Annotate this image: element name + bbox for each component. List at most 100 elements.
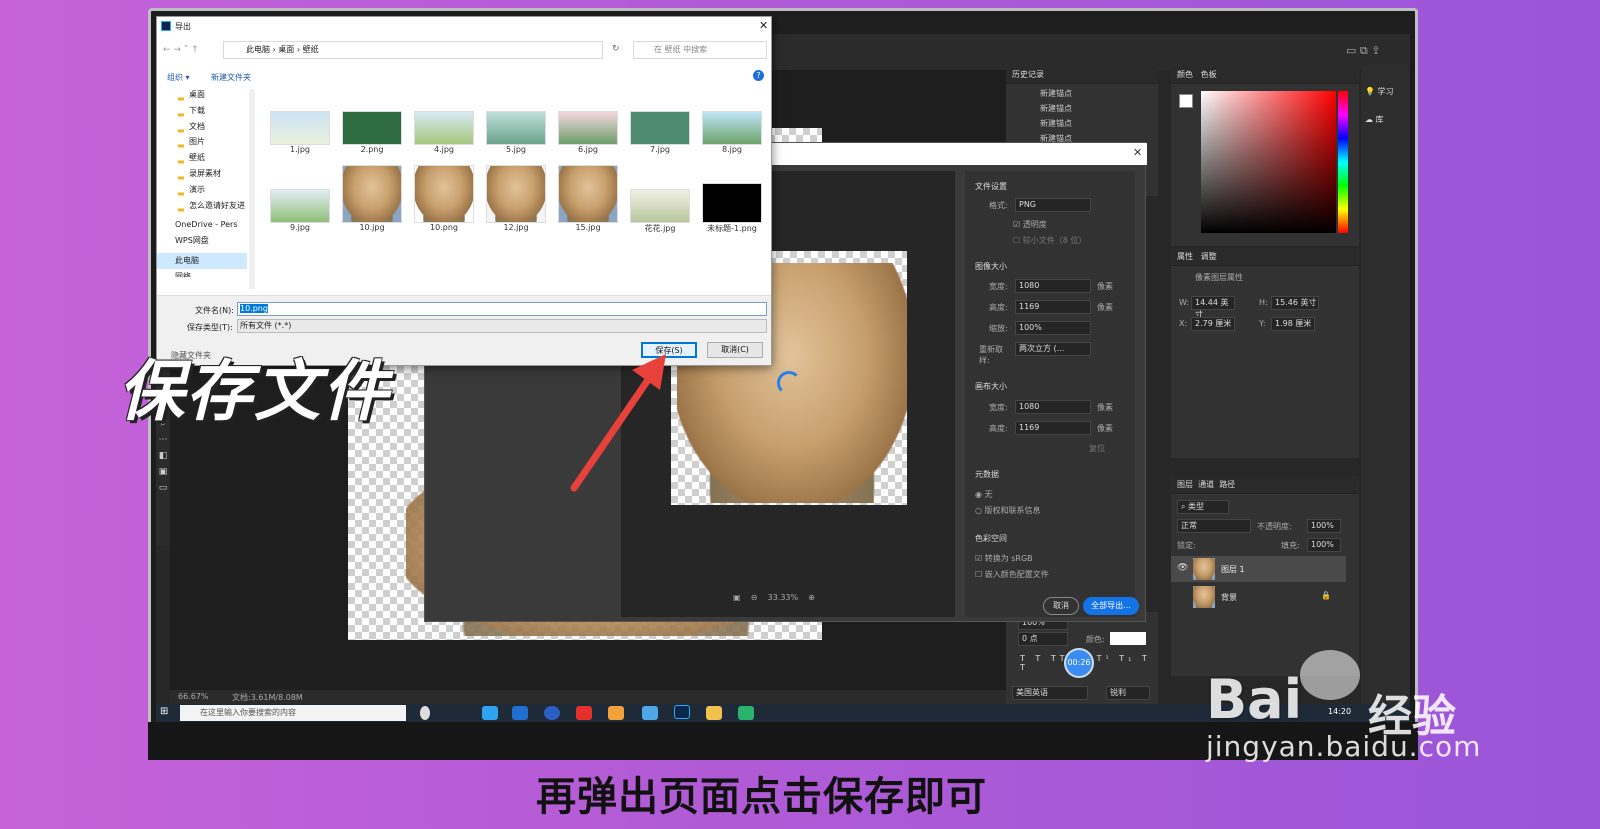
opacity-field[interactable]: 100% [1307, 519, 1341, 533]
breadcrumb-item[interactable]: 壁纸 [303, 45, 319, 54]
hue-slider[interactable] [1338, 91, 1348, 233]
breadcrumb-item[interactable]: 此电脑 [246, 45, 270, 54]
properties-tab[interactable]: 属性 [1177, 252, 1193, 261]
export-all-button[interactable]: 全部导出... [1083, 597, 1139, 615]
windows-start-icon[interactable]: ⊞ [160, 706, 168, 717]
layer-kind-filter[interactable]: ⌕ 类型 [1177, 500, 1229, 514]
refresh-icon[interactable]: ↻ [612, 44, 620, 54]
sidebar-item-demo[interactable]: 演示 [189, 182, 247, 198]
export-cancel-button[interactable]: 取消 [1043, 597, 1079, 615]
breadcrumb-item[interactable]: 桌面 [278, 45, 294, 54]
learn-button[interactable]: 💡 学习 [1365, 78, 1410, 106]
file-item[interactable]: 未标题-1.png [697, 175, 767, 234]
wps-icon[interactable] [576, 706, 592, 720]
layers-tab[interactable]: 图层 [1177, 480, 1193, 489]
cortana-icon[interactable] [420, 706, 430, 720]
file-item[interactable]: 12.jpg [481, 165, 551, 232]
close-icon[interactable]: ✕ [1133, 146, 1142, 159]
app-icon[interactable] [642, 706, 658, 720]
help-icon[interactable]: ? [753, 70, 764, 81]
sidebar-item-wps[interactable]: WPS网盘 [175, 233, 247, 249]
close-icon[interactable]: ✕ [759, 19, 768, 32]
channels-tab[interactable]: 通道 [1198, 480, 1214, 489]
h-field[interactable]: 15.46 英寸 [1271, 296, 1319, 310]
meta-none-radio[interactable]: ◉ 无 [975, 489, 993, 500]
sidebar-item-onedrive[interactable]: OneDrive - Pers [175, 217, 247, 233]
taskbar-search-input[interactable]: 在这里输入你要搜索的内容 [180, 705, 406, 721]
history-item[interactable]: 新建锚点 [1040, 101, 1158, 116]
file-item[interactable]: 1.jpg [265, 111, 335, 154]
file-item[interactable]: 2.png [337, 111, 407, 154]
sidebar-item-wallpaper[interactable]: 壁纸 [189, 150, 247, 166]
embed-profile-checkbox[interactable]: ☐ 嵌入颜色配置文件 [975, 569, 1049, 580]
filename-input[interactable]: 10.png [237, 302, 767, 316]
sidebar-item-pictures[interactable]: 图片 [189, 134, 247, 150]
fill-field[interactable]: 100% [1307, 538, 1341, 552]
smaller-file-checkbox[interactable]: ☐ 较小文件（8 位） [1013, 235, 1086, 246]
library-button[interactable]: ☁ 库 [1365, 106, 1410, 134]
height-field[interactable]: 1169 [1015, 300, 1091, 314]
color-picker-field[interactable] [1201, 91, 1336, 233]
language-select[interactable]: 美国英语 [1012, 686, 1088, 700]
color-tab[interactable]: 颜色 [1177, 70, 1193, 79]
history-tab[interactable]: 历史记录 [1006, 66, 1158, 84]
swatches-tab[interactable]: 色板 [1201, 70, 1217, 79]
adjust-tab[interactable]: 调整 [1201, 252, 1217, 261]
visibility-eye-icon[interactable]: 👁 [1177, 563, 1188, 573]
layer-name[interactable]: 图层 1 [1221, 564, 1245, 575]
sidebar-scrollbar[interactable] [249, 89, 255, 289]
scale-select[interactable]: 100% [1015, 321, 1091, 335]
file-item[interactable]: 15.jpg [553, 165, 623, 232]
width-field[interactable]: 1080 [1015, 279, 1091, 293]
layer-row[interactable]: 背景 🔒 [1171, 584, 1346, 610]
file-item[interactable]: 5.jpg [481, 111, 551, 154]
sidebar-item-documents[interactable]: 文档 [189, 119, 247, 135]
canvas-height-field[interactable]: 1169 [1015, 421, 1091, 435]
browser-icon[interactable] [512, 706, 528, 720]
sidebar-item-downloads[interactable]: 下载 [189, 103, 247, 119]
antialias-select[interactable]: 锐利 [1106, 686, 1150, 700]
file-item[interactable]: 4.jpg [409, 111, 479, 154]
paths-tab[interactable]: 路径 [1219, 480, 1235, 489]
file-item[interactable]: 花花.jpg [625, 175, 695, 234]
search-input[interactable]: 在 壁纸 中搜索 [633, 41, 767, 59]
window-controls-icon[interactable]: ▭ ⧉ ⇪ [1346, 44, 1380, 58]
new-folder-button[interactable]: 新建文件夹 [211, 72, 251, 83]
history-item[interactable]: 新建锚点 [1040, 116, 1158, 131]
photoshop-taskbar-icon[interactable] [674, 705, 690, 719]
canvas-width-field[interactable]: 1080 [1015, 400, 1091, 414]
sidebar-item-invite[interactable]: 怎么邀请好友进 [189, 198, 247, 214]
meta-copyright-radio[interactable]: ○ 版权和联系信息 [975, 505, 1041, 516]
edge-icon[interactable] [482, 706, 498, 720]
preview-zoom-controls[interactable]: ▣ ⊖ 33.33% ⊕ [733, 593, 815, 602]
sidebar-item-this-pc[interactable]: 此电脑 [157, 252, 247, 269]
y-field[interactable]: 1.98 厘米 [1271, 317, 1315, 331]
w-field[interactable]: 14.44 英寸 [1191, 296, 1235, 319]
sidebar-item-desktop[interactable]: 桌面 [189, 87, 247, 103]
text-color-swatch[interactable] [1110, 632, 1146, 645]
history-item[interactable]: 新建锚点 [1040, 86, 1158, 101]
file-item[interactable]: 8.jpg [697, 111, 767, 154]
blend-mode-select[interactable]: 正常 [1177, 519, 1251, 533]
tracking-field[interactable]: 0 点 [1018, 632, 1068, 646]
file-item[interactable]: 7.jpg [625, 111, 695, 154]
reset-button[interactable]: 复位 [1089, 443, 1105, 454]
transparency-checkbox[interactable]: ☑ 透明度 [1013, 219, 1047, 230]
file-item[interactable]: 10.jpg [337, 165, 407, 232]
layer-name[interactable]: 背景 [1221, 592, 1237, 603]
layer-row-selected[interactable]: 👁 图层 1 [1171, 556, 1346, 582]
file-item[interactable]: 6.jpg [553, 111, 623, 154]
file-item[interactable]: 9.jpg [265, 175, 335, 232]
file-explorer-icon[interactable] [706, 706, 722, 720]
app-icon[interactable] [608, 706, 624, 720]
resample-select[interactable]: 两次立方 (... [1015, 342, 1091, 356]
x-field[interactable]: 2.79 厘米 [1191, 317, 1235, 331]
app-icon[interactable] [738, 706, 754, 720]
foreground-swatch[interactable] [1179, 94, 1193, 108]
sidebar-item-network[interactable]: 网络 [175, 269, 247, 277]
organize-menu[interactable]: 组织 ▾ [167, 72, 190, 83]
srgb-checkbox[interactable]: ☑ 转换为 sRGB [975, 553, 1033, 564]
filetype-select[interactable]: 所有文件 (*.*) [237, 319, 767, 333]
sogou-icon[interactable] [544, 706, 560, 720]
address-bar[interactable]: 此电脑 › 桌面 › 壁纸 [223, 41, 603, 59]
